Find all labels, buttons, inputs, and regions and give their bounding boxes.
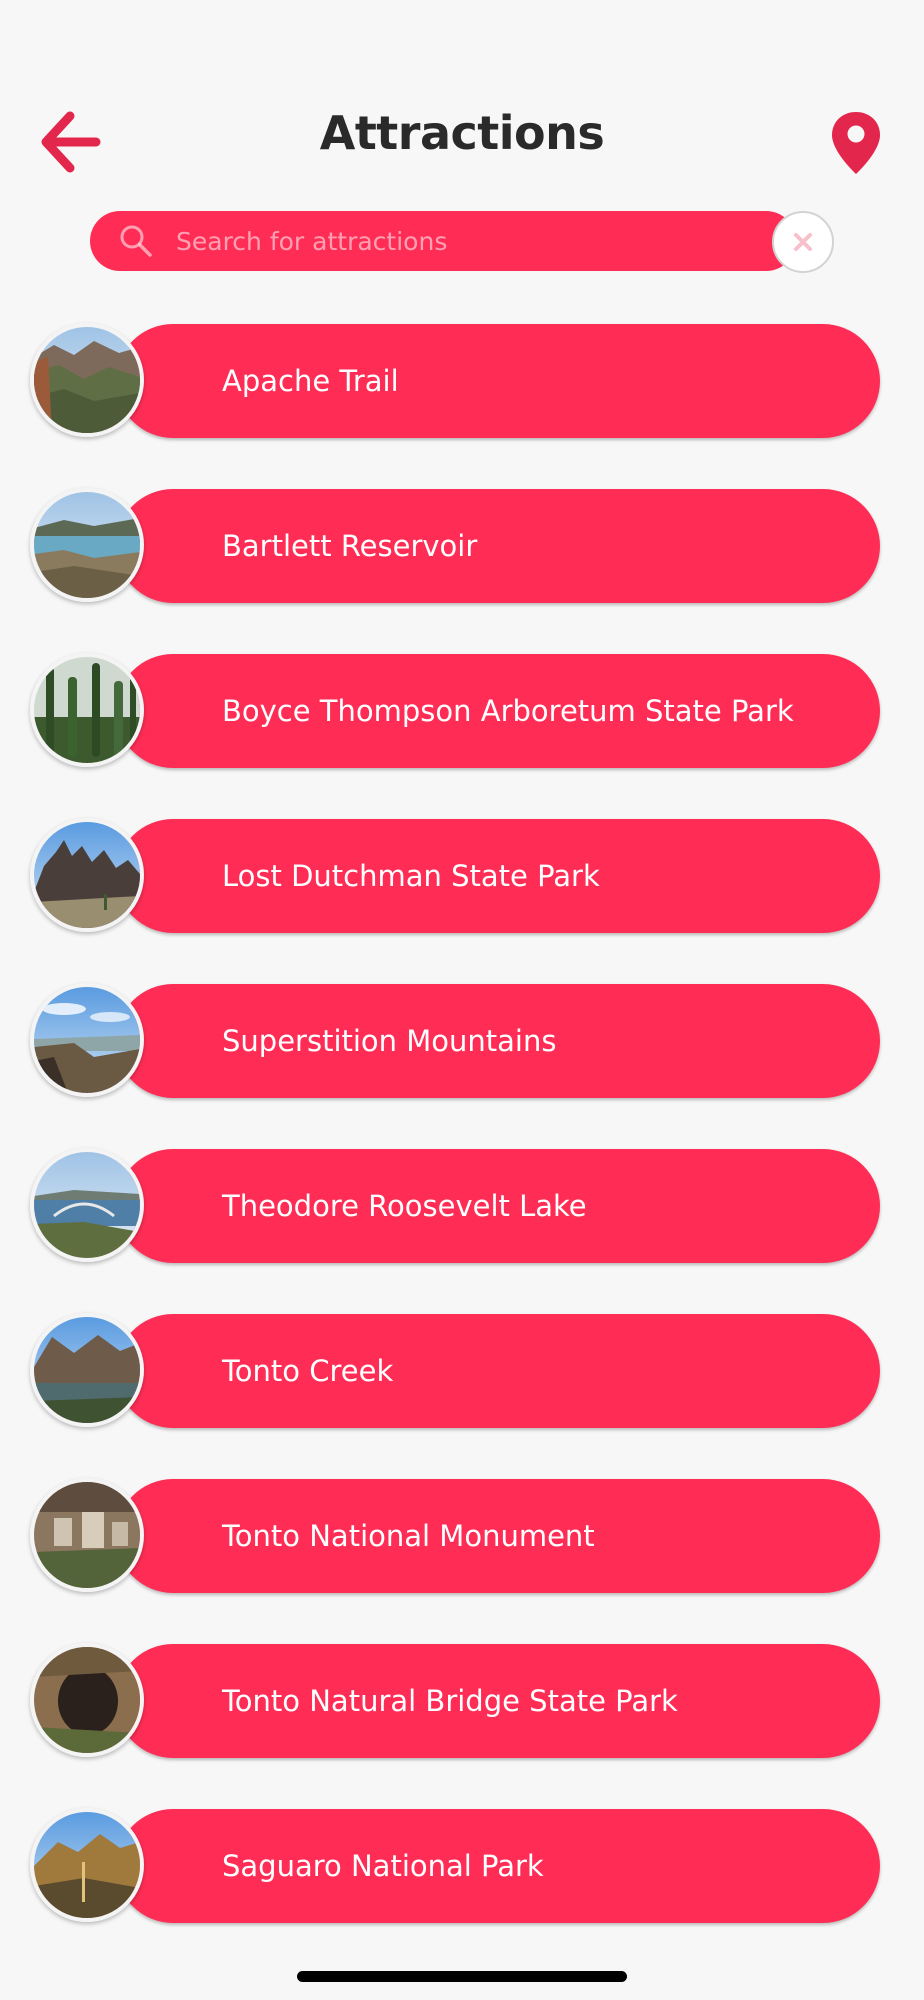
attraction-thumbnail [30,818,144,932]
attraction-thumbnail [30,1643,144,1757]
attraction-thumbnail [30,1148,144,1262]
attraction-thumbnail [30,1313,144,1427]
attraction-item[interactable]: Lost Dutchman State Park [30,818,880,935]
search-input[interactable] [176,211,736,271]
attraction-thumbnail [30,653,144,767]
attraction-item[interactable]: Saguaro National Park [30,1808,880,1925]
search-icon [120,225,152,257]
attraction-thumbnail [30,488,144,602]
attraction-label: Theodore Roosevelt Lake [222,1189,587,1223]
attraction-label: Tonto Creek [222,1354,394,1388]
attraction-item[interactable]: Apache Trail [30,323,880,440]
attraction-label: Boyce Thompson Arboretum State Park [222,694,794,728]
attraction-item[interactable]: Bartlett Reservoir [30,488,880,605]
attraction-thumbnail [30,1478,144,1592]
attraction-thumbnail [30,323,144,437]
page-title: Attractions [319,106,605,160]
home-indicator[interactable] [297,1971,627,1982]
attraction-label: Saguaro National Park [222,1849,544,1883]
search-bar [90,211,796,271]
attraction-item[interactable]: Tonto Creek [30,1313,880,1430]
attraction-item[interactable]: Superstition Mountains [30,983,880,1100]
attraction-item[interactable]: Tonto National Monument [30,1478,880,1595]
header: Attractions [0,0,924,200]
attraction-label: Apache Trail [222,364,399,398]
map-button[interactable] [830,110,882,176]
clear-search-button[interactable] [772,211,834,273]
attraction-label: Bartlett Reservoir [222,529,478,563]
attraction-item[interactable]: Theodore Roosevelt Lake [30,1148,880,1265]
attraction-thumbnail [30,1808,144,1922]
attraction-item[interactable]: Tonto Natural Bridge State Park [30,1643,880,1760]
attraction-label: Tonto Natural Bridge State Park [222,1684,678,1718]
attraction-label: Superstition Mountains [222,1024,557,1058]
clear-x-icon [794,233,812,251]
attraction-thumbnail [30,983,144,1097]
attraction-item[interactable]: Boyce Thompson Arboretum State Park [30,653,880,770]
attraction-label: Tonto National Monument [222,1519,595,1553]
attraction-label: Lost Dutchman State Park [222,859,600,893]
map-pin-icon [832,112,880,174]
